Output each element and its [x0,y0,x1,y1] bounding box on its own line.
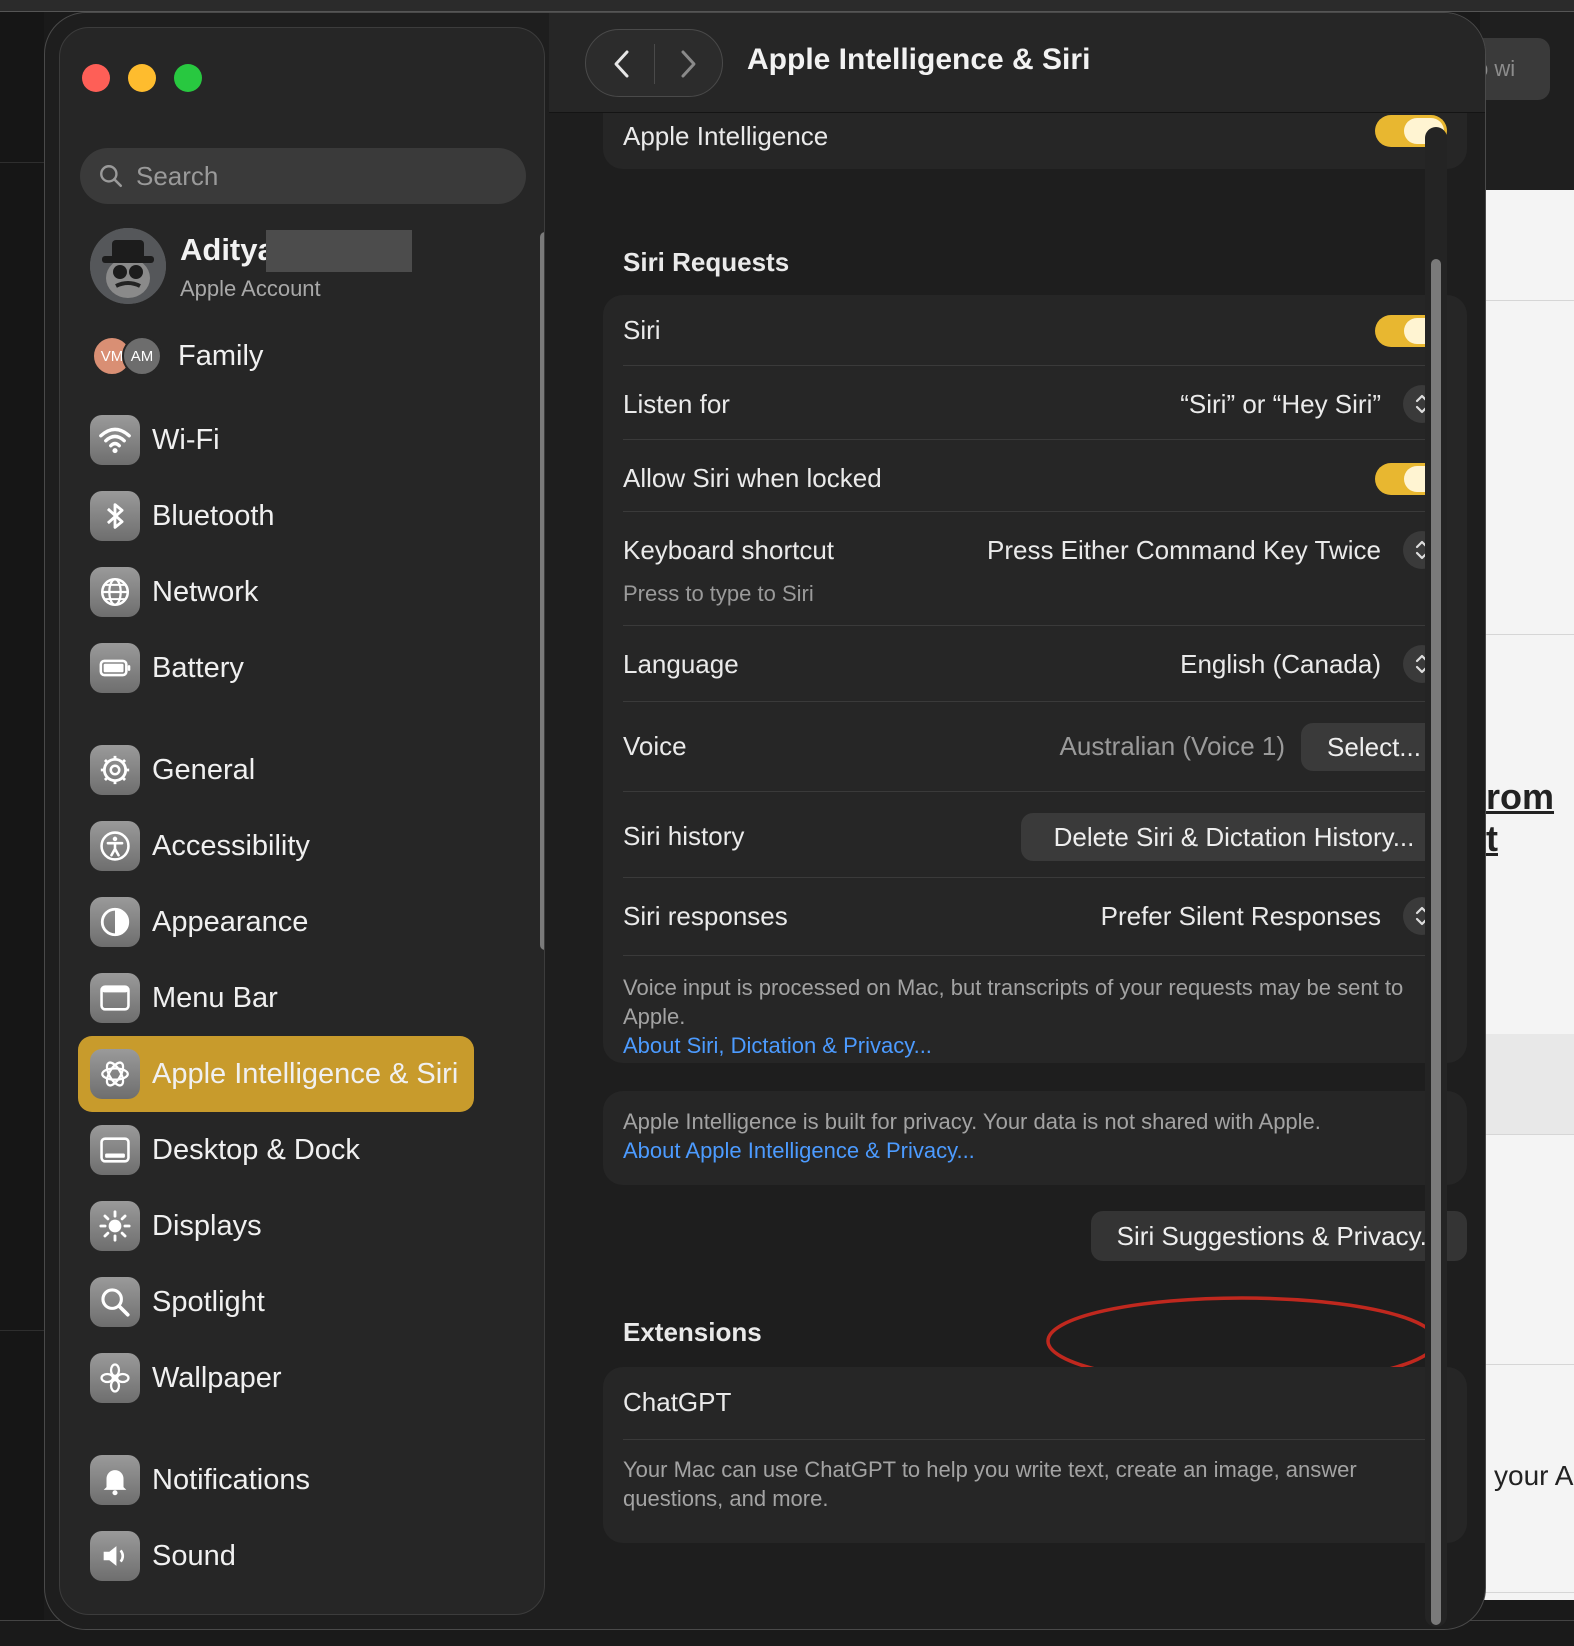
family-avatar: AM [122,336,162,376]
background-text: your A [1494,1460,1574,1491]
delete-siri-history-button[interactable]: Delete Siri & Dictation History... [1021,813,1447,861]
sidebar-item-battery[interactable]: Battery [78,630,474,706]
listen-for-row[interactable]: Listen for “Siri” or “Hey Siri” [623,385,1447,427]
desktop-top-edge [0,0,1574,12]
voice-value: Australian (Voice 1) [1059,731,1285,761]
sidebar-item-apple-intelligence-siri[interactable]: Apple Intelligence & Siri [78,1036,474,1112]
gear-icon [90,745,140,795]
extensions-heading: Extensions [623,1317,762,1347]
background-window-left [0,12,44,1632]
sidebar-item-wallpaper[interactable]: Wallpaper [78,1340,474,1416]
menubar-icon [90,973,140,1023]
about-apple-intelligence-privacy-link[interactable]: About Apple Intelligence & Privacy... [623,1136,1453,1165]
page-title: Apple Intelligence & Siri [747,43,1091,76]
extensions-card: ChatGPT Your Mac can use ChatGPT to help… [603,1367,1467,1543]
sidebar-item-desktop-dock[interactable]: Desktop & Dock [78,1112,474,1188]
sidebar-item-notifications[interactable]: Notifications [78,1442,474,1518]
search-input[interactable] [136,160,496,192]
bell-icon [90,1455,140,1505]
apple-intelligence-card: Apple Intelligence [603,113,1467,169]
appearance-icon [90,897,140,947]
speaker-icon [90,1531,140,1581]
system-settings-window: Aditya Apple Account VM AM Family Wi-Fi … [44,12,1486,1630]
sidebar-item-sound[interactable]: Sound [78,1518,474,1594]
chatgpt-row[interactable]: ChatGPT [623,1385,1447,1425]
chevron-left-icon [614,50,629,78]
zoom-window-button[interactable] [174,64,202,92]
siri-responses-value: Prefer Silent Responses [1100,901,1381,931]
chevron-right-icon [681,50,696,78]
close-window-button[interactable] [82,64,110,92]
background-window-right [1480,190,1574,1600]
sidebar-item-displays[interactable]: Displays [78,1188,474,1264]
keyboard-shortcut-row[interactable]: Keyboard shortcut Press to type to Siri … [623,531,1447,619]
sidebar-scrollbar[interactable] [540,232,544,950]
dock-icon [90,1125,140,1175]
sidebar-item-general[interactable]: General [78,732,474,808]
settings-content: Apple Intelligence Siri Requests Siri Li… [549,113,1485,1629]
redacted-surname [266,230,412,272]
back-button[interactable] [602,44,642,84]
apple-account-item[interactable]: Aditya Apple Account [90,228,530,308]
listen-for-value: “Siri” or “Hey Siri” [1180,389,1381,419]
language-value: English (Canada) [1180,649,1381,679]
siri-requests-heading: Siri Requests [623,247,790,277]
sidebar-item-spotlight[interactable]: Spotlight [78,1264,474,1340]
sidebar-item-wifi[interactable]: Wi-Fi [78,402,474,478]
toolbar: Apple Intelligence & Siri [549,13,1485,113]
globe-icon [90,567,140,617]
background-text: rom t [1486,776,1555,859]
wifi-icon [90,415,140,465]
chatgpt-note: Your Mac can use ChatGPT to help you wri… [623,1457,1357,1511]
account-subtitle: Apple Account [180,276,321,301]
forward-button[interactable] [668,44,708,84]
privacy-card: Apple Intelligence is built for privacy.… [603,1091,1467,1185]
sidebar-item-appearance[interactable]: Appearance [78,884,474,960]
keyboard-shortcut-value: Press Either Command Key Twice [987,535,1381,565]
about-siri-privacy-link[interactable]: About Siri, Dictation & Privacy... [623,1031,1453,1060]
apple-intelligence-icon [90,1049,140,1099]
sidebar: Aditya Apple Account VM AM Family Wi-Fi … [59,27,545,1615]
content-scrollbar-thumb[interactable] [1431,259,1441,1625]
family-label: Family [178,339,264,372]
flower-icon [90,1353,140,1403]
family-item[interactable]: VM AM Family [92,334,263,378]
search-field[interactable] [80,148,526,204]
magnifier-icon [90,1277,140,1327]
sidebar-item-network[interactable]: Network [78,554,474,630]
apple-intelligence-privacy-note: Apple Intelligence is built for privacy.… [623,1109,1321,1134]
siri-requests-card: Siri Listen for “Siri” or “Hey Siri” All… [603,295,1467,1063]
accessibility-icon [90,821,140,871]
siri-suggestions-privacy-button[interactable]: Siri Suggestions & Privacy... [1091,1211,1467,1261]
battery-icon [90,643,140,693]
sun-icon [90,1201,140,1251]
sidebar-item-accessibility[interactable]: Accessibility [78,808,474,884]
apple-intelligence-label: Apple Intelligence [623,121,829,151]
account-name: Aditya [180,232,275,267]
siri-privacy-note: Voice input is processed on Mac, but tra… [623,975,1404,1029]
search-icon [100,165,123,188]
avatar [90,228,166,304]
minimize-window-button[interactable] [128,64,156,92]
navigation-buttons [585,29,723,97]
sidebar-item-bluetooth[interactable]: Bluetooth [78,478,474,554]
sidebar-item-menu-bar[interactable]: Menu Bar [78,960,474,1036]
language-row[interactable]: Language English (Canada) [623,645,1447,687]
siri-responses-row[interactable]: Siri responses Prefer Silent Responses [623,897,1447,939]
bluetooth-icon [90,491,140,541]
content-scrollbar[interactable] [1425,127,1447,1627]
